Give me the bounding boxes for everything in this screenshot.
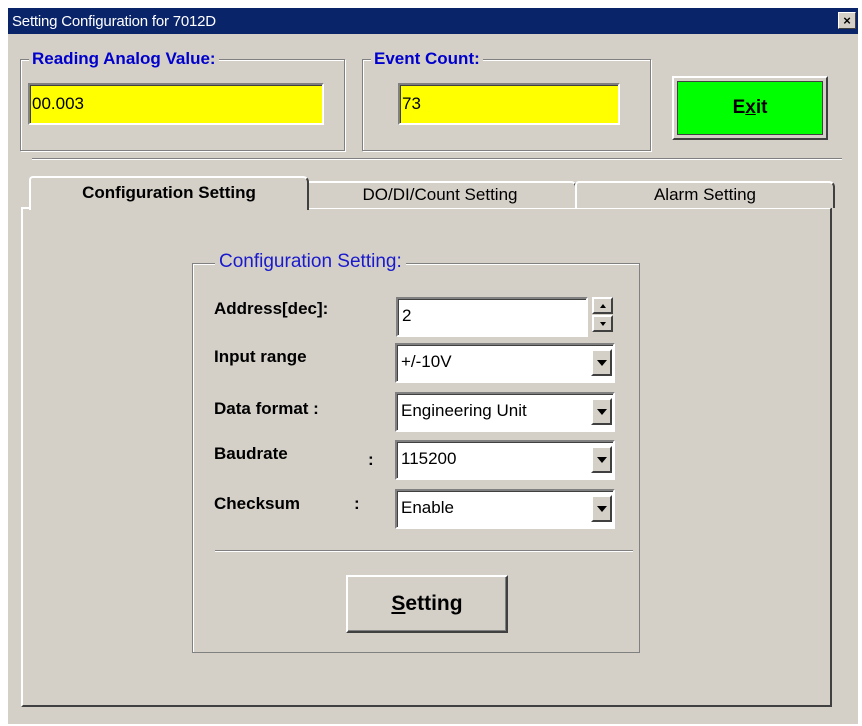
tab-do-di-count[interactable]: DO/DI/Count Setting: [303, 181, 577, 208]
reading-label: Reading Analog Value:: [29, 49, 219, 69]
dropdown-arrow: [596, 505, 607, 512]
address-input[interactable]: 2: [396, 297, 588, 337]
spin-down-glyph: [599, 321, 606, 326]
chevron-down-icon[interactable]: [591, 495, 612, 522]
baudrate-select[interactable]: 115200: [395, 440, 615, 480]
exit-label-accel: x: [745, 97, 756, 118]
checksum-label: Checksum: [214, 494, 300, 513]
baudrate-colon: :: [368, 450, 374, 469]
chevron-down-icon[interactable]: [591, 446, 612, 473]
exit-button[interactable]: Ex it: [672, 76, 828, 140]
checksum-colon: :: [354, 494, 360, 513]
chevron-down-icon[interactable]: [591, 349, 612, 376]
header-separator: [32, 158, 842, 160]
spin-up-icon[interactable]: [592, 297, 613, 314]
checksum-select[interactable]: Enable: [395, 489, 615, 529]
config-separator: [215, 550, 633, 552]
reading-value-field: 00.003: [28, 83, 324, 125]
tab-configuration[interactable]: Configuration Setting: [29, 176, 309, 210]
setting-label-accel: S: [391, 592, 406, 615]
spin-down-icon[interactable]: [592, 315, 613, 332]
spin-up-glyph: [599, 303, 606, 308]
tab-alarm[interactable]: Alarm Setting: [575, 181, 835, 208]
input-range-label: Input range: [214, 347, 307, 366]
close-icon[interactable]: ×: [838, 12, 856, 29]
window-title: Setting Configuration for 7012D: [12, 12, 216, 30]
chevron-down-icon[interactable]: [591, 398, 612, 425]
dropdown-arrow: [596, 359, 607, 366]
data-format-label: Data format :: [214, 399, 319, 418]
event-label: Event Count:: [371, 49, 483, 69]
dropdown-arrow: [596, 408, 607, 415]
exit-label-post: it: [755, 97, 768, 118]
exit-label-pre: E: [732, 97, 746, 118]
dropdown-arrow: [596, 456, 607, 463]
input-range-select[interactable]: +/-10V: [395, 343, 615, 383]
exit-button-face: Ex it: [677, 81, 823, 135]
setting-button[interactable]: Setting: [346, 575, 508, 633]
event-value-field: 73: [398, 83, 620, 125]
title-bar: Setting Configuration for 7012D ×: [8, 8, 858, 34]
data-format-select[interactable]: Engineering Unit: [395, 392, 615, 432]
baudrate-label: Baudrate: [214, 444, 288, 463]
setting-label-rest: etting: [405, 592, 463, 615]
configuration-group-title: Configuration Setting:: [215, 251, 406, 273]
address-label: Address[dec]:: [214, 299, 329, 318]
